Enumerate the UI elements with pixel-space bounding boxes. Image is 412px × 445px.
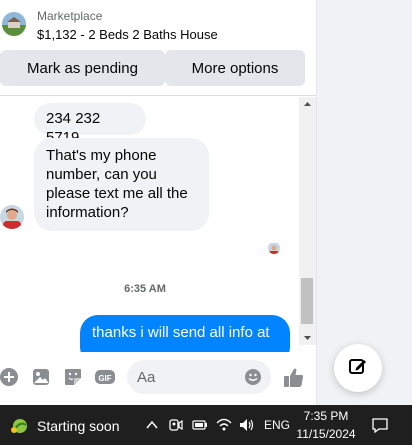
seen-indicator-avatar — [268, 242, 280, 254]
scroll-up-arrow-icon[interactable] — [299, 97, 316, 111]
listing-header[interactable]: Marketplace $1,132 - 2 Beds 2 Baths Hous… — [0, 0, 316, 46]
battery-icon[interactable] — [192, 417, 208, 433]
camera-icon[interactable] — [168, 417, 184, 433]
message-timestamp: 6:35 AM — [124, 283, 166, 295]
incoming-message-phone: 234 232 5719 — [34, 103, 146, 146]
weather-icon[interactable] — [8, 415, 30, 437]
image-icon[interactable] — [30, 366, 52, 388]
listing-thumbnail — [2, 12, 26, 36]
header-divider — [0, 95, 316, 96]
message-composer: GIF — [0, 352, 316, 405]
message-scrollbar[interactable] — [299, 97, 316, 345]
volume-icon[interactable] — [238, 417, 254, 433]
incoming-message-request: That's my phone number, can you please t… — [34, 138, 209, 231]
chevron-up-icon[interactable] — [144, 417, 160, 433]
listing-source: Marketplace — [37, 9, 103, 23]
weather-widget-label[interactable]: Starting soon — [37, 418, 120, 434]
chat-panel: Marketplace $1,132 - 2 Beds 2 Baths Hous… — [0, 0, 317, 405]
notification-icon[interactable] — [371, 416, 389, 434]
new-message-button[interactable] — [334, 344, 382, 392]
clock-time[interactable]: 7:35 PM — [294, 409, 358, 423]
more-options-button[interactable]: More options — [165, 50, 305, 86]
wifi-icon[interactable] — [216, 417, 232, 433]
windows-taskbar: Starting soon ENG 7:35 PM 11/15/2024 — [0, 405, 412, 445]
mark-as-pending-button[interactable]: Mark as pending — [0, 50, 165, 86]
sticker-icon[interactable] — [62, 366, 84, 388]
listing-title[interactable]: $1,132 - 2 Beds 2 Baths House — [37, 27, 218, 42]
gif-icon[interactable]: GIF — [94, 366, 116, 388]
scrollbar-thumb[interactable] — [301, 278, 313, 324]
new-message-icon — [347, 355, 369, 382]
emoji-icon[interactable] — [244, 368, 262, 386]
clock-date[interactable]: 11/15/2024 — [294, 427, 358, 441]
like-icon[interactable] — [282, 366, 306, 390]
input-language[interactable]: ENG — [264, 418, 290, 432]
sender-avatar[interactable] — [0, 205, 24, 229]
scroll-down-arrow-icon[interactable] — [299, 331, 316, 345]
add-circle-icon[interactable] — [0, 366, 20, 388]
svg-text:GIF: GIF — [98, 374, 111, 383]
